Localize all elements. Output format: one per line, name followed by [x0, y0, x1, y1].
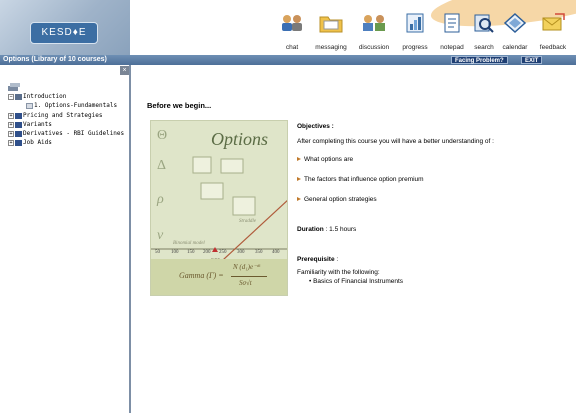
page-heading: Before we begin... — [147, 101, 212, 110]
duration-value: : 1.5 hours — [325, 226, 357, 233]
messaging-button[interactable]: messaging — [311, 6, 351, 54]
discussion-button[interactable]: discussion — [354, 6, 394, 54]
search-icon — [474, 14, 494, 33]
prerequisite-colon: : — [336, 256, 339, 263]
bullet-arrow-icon — [297, 177, 301, 182]
tree-item-introduction[interactable]: − Introduction — [8, 92, 66, 101]
tree-item-label: Derivatives - RBI Guidelines — [23, 130, 125, 137]
close-pane-button[interactable]: × — [120, 66, 129, 75]
calendar-icon — [503, 12, 527, 34]
feedback-icon — [542, 13, 565, 31]
prerequisite-intro: Familiarity with the following: — [297, 269, 380, 276]
objectives-intro: After completing this course you will ha… — [297, 138, 494, 145]
content-pane: Before we begin... Options Θ Δ ρ ν Strad… — [133, 65, 576, 413]
logo: KESD♦E — [30, 22, 98, 44]
axis-tick: 350 — [255, 250, 263, 255]
axis-tick: 200 — [203, 250, 211, 255]
bullet-arrow-icon — [297, 197, 301, 202]
facing-problem-button[interactable]: Facing Problem? — [451, 56, 508, 64]
axis-tick: 400 — [272, 250, 280, 255]
library-icon — [8, 83, 20, 91]
expand-icon[interactable]: + — [8, 139, 14, 146]
gamma-formula: Gamma (Γ) = N (d₁)e⁻ᵈᵗ Sσ√t — [151, 259, 287, 295]
axis-tick: 100 — [171, 250, 179, 255]
greek-letter-rho: ρ — [156, 192, 164, 207]
tree-item-label: Job Aids — [23, 139, 52, 146]
fraction-bar — [231, 276, 267, 277]
progress-icon — [406, 13, 424, 33]
objective-item: What options are — [297, 155, 353, 164]
axis-tick: 150 — [187, 250, 195, 255]
axis-ticks: 50 100 150 200 250 300 350 400 — [151, 250, 287, 258]
prerequisite-title: Prerequisite — [297, 256, 335, 263]
formula-denominator: Sσ√t — [239, 279, 252, 287]
expand-icon[interactable]: + — [8, 121, 14, 128]
tree-item-label: 1. Options-Fundamentals — [34, 102, 118, 109]
objective-text: General option strategies — [304, 196, 377, 203]
tree-item-label: Variants — [23, 121, 52, 128]
book-icon — [15, 139, 22, 146]
prerequisite-item: • Basics of Financial Instruments — [309, 278, 404, 285]
folder-open-icon — [15, 93, 22, 100]
expand-icon[interactable]: + — [8, 130, 14, 137]
axis-tick: 300 — [237, 250, 245, 255]
notepad-icon — [444, 13, 460, 33]
objectives-title: Objectives : — [297, 123, 334, 130]
feedback-button[interactable]: feedback — [533, 6, 573, 54]
tree-item-job-aids[interactable]: + Job Aids — [8, 138, 52, 147]
header: KESD♦E chat messaging discussion progres… — [0, 0, 576, 55]
formula-numerator: N (d₁)e⁻ᵈᵗ — [233, 263, 261, 271]
duration: Duration : 1.5 hours — [297, 225, 356, 234]
options-course-artwork: Options Θ Δ ρ ν Straddle Binomial model … — [150, 120, 288, 296]
book-icon — [15, 112, 22, 119]
objective-text: The factors that influence option premiu… — [304, 176, 424, 183]
axis-tick: 250 — [219, 250, 227, 255]
prerequisite-heading: Prerequisite : — [297, 255, 338, 264]
chat-icon — [282, 15, 302, 31]
course-tree-pane: × − Introduction 1. Options-Fundamentals … — [0, 65, 131, 413]
tree-item-pricing-strategies[interactable]: + Pricing and Strategies — [8, 111, 102, 120]
objective-text: What options are — [304, 156, 354, 163]
duration-label: Duration — [297, 226, 324, 233]
page-icon — [26, 102, 33, 109]
collapse-icon[interactable]: − — [8, 93, 14, 100]
greek-letter-delta: Δ — [157, 158, 166, 173]
book-icon — [15, 121, 22, 128]
note-straddle: Straddle — [239, 219, 256, 224]
tree-item-label: Introduction — [23, 93, 67, 100]
objective-item: The factors that influence option premiu… — [297, 175, 424, 184]
axis-tick: 50 — [155, 250, 160, 255]
feedback-label: feedback — [539, 44, 567, 51]
exit-button[interactable]: EXIT — [521, 56, 543, 64]
course-title-bar: Options (Library of 10 courses) Facing P… — [0, 55, 576, 65]
tree-item-variants[interactable]: + Variants — [8, 120, 52, 129]
folder-icon — [319, 16, 343, 33]
expand-icon[interactable]: + — [8, 112, 14, 119]
objective-item: General option strategies — [297, 195, 377, 204]
formula-left: Gamma (Γ) = — [179, 271, 224, 280]
course-title: Options (Library of 10 courses) — [3, 56, 107, 63]
discussion-icon — [363, 15, 385, 31]
tree-item-derivatives-rbi[interactable]: + Derivatives - RBI Guidelines — [8, 129, 124, 138]
tree-item-label: Pricing and Strategies — [23, 112, 103, 119]
tree-item-options-fundamentals[interactable]: 1. Options-Fundamentals — [26, 101, 117, 110]
book-icon — [15, 130, 22, 137]
greek-letter-nu: ν — [157, 228, 164, 243]
logo-banner: KESD♦E — [0, 0, 130, 55]
greek-letter-theta: Θ — [157, 128, 167, 143]
note-binomial: Binomial model — [173, 241, 205, 246]
bullet-arrow-icon — [297, 157, 301, 162]
